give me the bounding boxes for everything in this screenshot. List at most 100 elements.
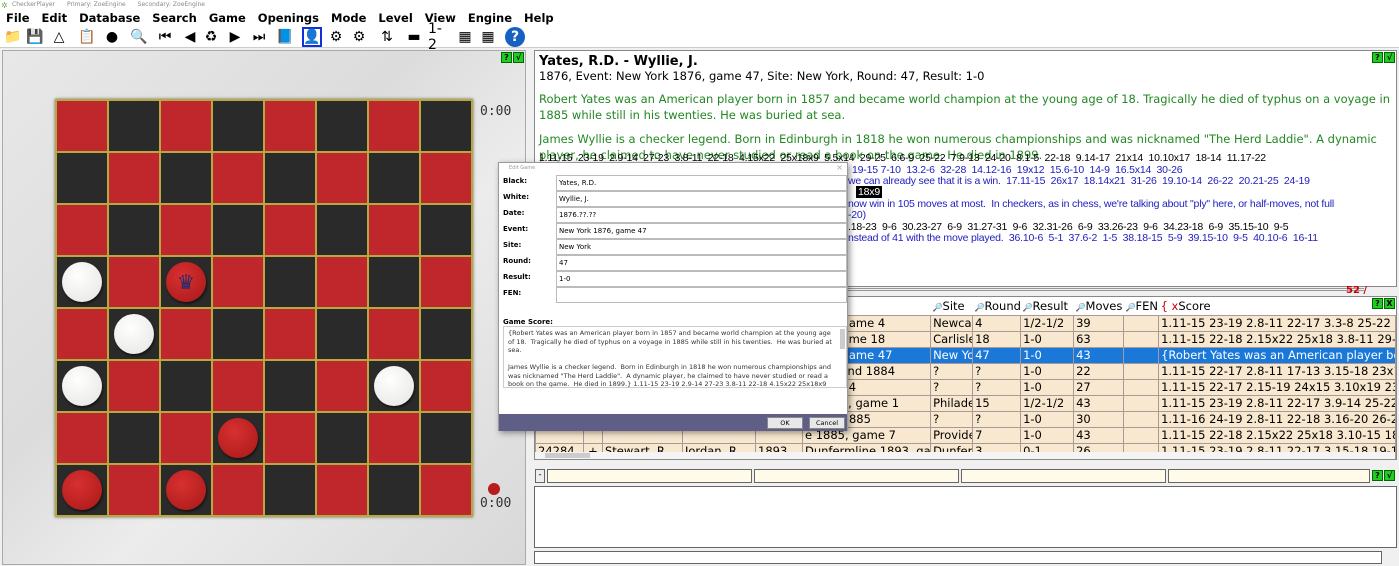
dark-square[interactable] [57, 465, 107, 515]
light-square[interactable] [57, 309, 107, 359]
dark-square[interactable] [317, 205, 367, 255]
menu-file[interactable]: File [0, 10, 36, 26]
dialog-close-button[interactable]: × [836, 163, 843, 172]
game-score-textarea[interactable]: {Robert Yates was an American player bor… [503, 326, 847, 388]
light-square[interactable] [57, 205, 107, 255]
dark-square[interactable] [369, 361, 419, 411]
flip-board-icon[interactable]: ♻ [201, 27, 221, 47]
engines-icon[interactable]: ⚙ [326, 27, 346, 47]
light-square[interactable] [57, 413, 107, 463]
board-edit-icon[interactable]: ▦ [455, 27, 475, 47]
filter-icon[interactable]: 🔎 [975, 303, 985, 312]
light-square[interactable] [317, 361, 367, 411]
light-square[interactable] [109, 361, 159, 411]
checkerboard[interactable]: ♛ [55, 99, 473, 517]
dark-square[interactable] [317, 413, 367, 463]
light-square[interactable] [421, 257, 471, 307]
filter-icon[interactable]: 🔎 [1076, 303, 1086, 312]
board-ok-button[interactable]: √ [513, 52, 524, 63]
menu-engine[interactable]: Engine [462, 10, 518, 26]
light-square[interactable] [109, 465, 159, 515]
dark-square[interactable] [57, 361, 107, 411]
light-square[interactable] [161, 413, 211, 463]
dark-square[interactable] [369, 257, 419, 307]
menu-database[interactable]: Database [73, 10, 146, 26]
light-square[interactable] [161, 101, 211, 151]
light-square[interactable] [161, 205, 211, 255]
light-square[interactable] [421, 465, 471, 515]
board-help-button[interactable]: ? [501, 52, 512, 63]
menu-search[interactable]: Search [146, 10, 203, 26]
light-square[interactable] [369, 309, 419, 359]
menu-game[interactable]: Game [203, 10, 252, 26]
light-square[interactable] [265, 101, 315, 151]
filter-field-2[interactable] [754, 469, 959, 483]
light-square[interactable] [317, 257, 367, 307]
dark-square[interactable] [161, 153, 211, 203]
table-row[interactable]: 26750+Wyllie, J.Ferris, J.1894Glasgow 18… [535, 458, 1396, 459]
info-help-button[interactable]: ? [1372, 52, 1383, 63]
last-move-icon[interactable]: ⏭ [249, 27, 269, 47]
dark-square[interactable] [213, 205, 263, 255]
menu-edit[interactable]: Edit [36, 10, 74, 26]
record-icon[interactable]: ● [102, 27, 122, 47]
dark-square[interactable] [109, 205, 159, 255]
open-folder-icon[interactable]: 📁 [3, 27, 23, 47]
player-icon[interactable]: 👤 [302, 27, 322, 47]
dark-square[interactable] [421, 205, 471, 255]
filter-field-3[interactable] [961, 469, 1166, 483]
fen-input[interactable] [556, 287, 847, 303]
dark-square[interactable] [57, 153, 107, 203]
filter-icon[interactable]: 🔎 [1126, 303, 1136, 312]
white-piece[interactable] [62, 262, 102, 302]
triangle-icon[interactable]: △ [49, 27, 69, 47]
dark-square[interactable] [421, 309, 471, 359]
dark-square[interactable] [369, 153, 419, 203]
dark-square[interactable] [421, 101, 471, 151]
filter-field-4[interactable] [1168, 469, 1370, 483]
list-help-button[interactable]: ? [1372, 298, 1383, 309]
column-header-score[interactable]: { xScore [1158, 297, 1396, 315]
dark-square[interactable] [265, 153, 315, 203]
red-king[interactable]: ♛ [166, 262, 206, 302]
dark-square[interactable] [57, 257, 107, 307]
filter-icon[interactable]: 🔎 [933, 303, 943, 312]
light-square[interactable] [213, 153, 263, 203]
dark-square[interactable] [369, 465, 419, 515]
filter-field-1[interactable] [547, 469, 752, 483]
collapse-button[interactable]: - [535, 469, 545, 483]
menu-help[interactable]: Help [518, 10, 560, 26]
light-square[interactable] [161, 309, 211, 359]
light-square[interactable] [421, 153, 471, 203]
dark-square[interactable] [109, 101, 159, 151]
light-square[interactable] [317, 465, 367, 515]
menu-level[interactable]: Level [372, 10, 418, 26]
list-close-button[interactable]: X [1384, 298, 1395, 309]
dark-square[interactable] [265, 257, 315, 307]
current-move[interactable]: 18x9 [856, 186, 882, 198]
save-icon[interactable]: 💾 [25, 27, 45, 47]
next-move-icon[interactable]: ▶ [225, 27, 245, 47]
event-input[interactable]: New York 1876, game 47 [556, 223, 847, 239]
dark-square[interactable] [109, 413, 159, 463]
white-piece[interactable] [114, 314, 154, 354]
dark-square[interactable] [265, 361, 315, 411]
settings-icon[interactable]: ⚙ [349, 27, 369, 47]
column-header-moves[interactable]: 🔎Moves [1073, 297, 1124, 315]
light-square[interactable] [317, 153, 367, 203]
light-square[interactable] [213, 257, 263, 307]
dark-square[interactable] [213, 101, 263, 151]
filter-icon[interactable]: 🔎 [1023, 303, 1033, 312]
textarea-scrollbar[interactable] [840, 329, 845, 349]
date-input[interactable]: 1876.??.?? [556, 207, 847, 223]
command-input[interactable] [534, 551, 1382, 564]
first-move-icon[interactable]: ⏮ [155, 27, 175, 47]
dark-square[interactable] [161, 361, 211, 411]
white-input[interactable]: Wyllie, J. [556, 191, 847, 207]
light-square[interactable] [421, 361, 471, 411]
board-clear-icon[interactable]: ▦ [478, 27, 498, 47]
cancel-button[interactable]: Cancel [809, 417, 845, 429]
light-square[interactable] [369, 413, 419, 463]
light-square[interactable] [369, 205, 419, 255]
light-square[interactable] [265, 413, 315, 463]
